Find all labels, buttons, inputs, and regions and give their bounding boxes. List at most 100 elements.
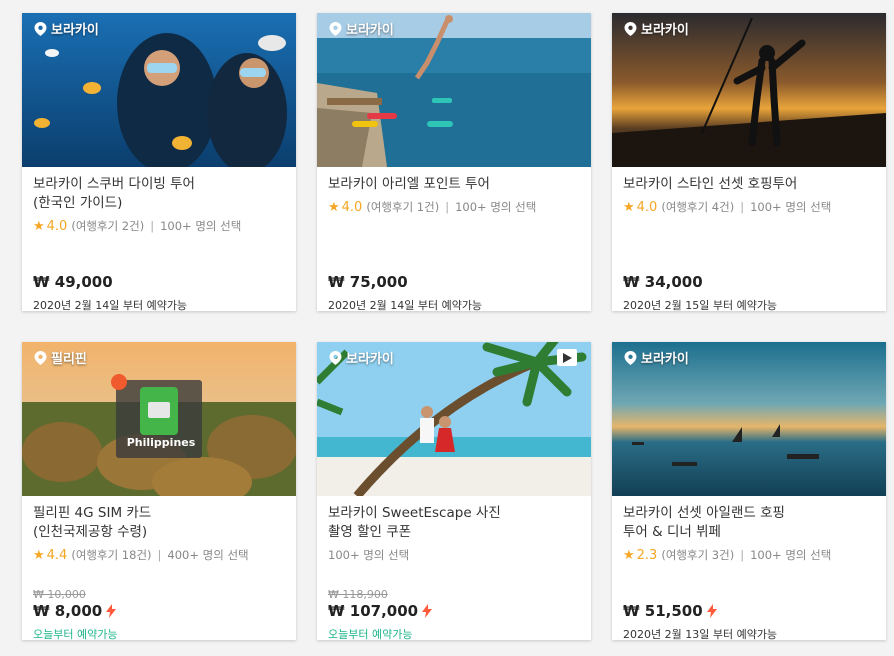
rating-row: ★ 4.4 (여행후기 18건) | 400+ 명의 선택 bbox=[33, 547, 285, 563]
price-area: ₩ 75,000 2020년 2월 14일 부터 예약가능 bbox=[328, 273, 482, 311]
review-count: (여행후기 2건) bbox=[71, 219, 145, 233]
map-pin-icon bbox=[34, 21, 47, 36]
review-count: (여행후기 18건) bbox=[71, 548, 152, 562]
rating-value: 2.3 bbox=[636, 547, 658, 563]
product-image[interactable]: 보라카이 bbox=[317, 342, 591, 496]
price-area: ₩ 51,500 2020년 2월 13일 부터 예약가능 bbox=[623, 602, 777, 640]
location-text: 보라카이 bbox=[51, 23, 99, 38]
product-image[interactable]: 보라카이 bbox=[317, 13, 591, 167]
star-icon: ★ bbox=[33, 218, 45, 234]
location-text: 보라카이 bbox=[346, 23, 394, 38]
product-title[interactable]: 보라카이 스타인 선셋 호핑투어 bbox=[623, 175, 875, 194]
star-icon: ★ bbox=[328, 199, 340, 215]
product-image[interactable]: 보라카이 bbox=[612, 342, 886, 496]
review-count: (여행후기 3건) bbox=[661, 548, 735, 562]
location-text: 보라카이 bbox=[346, 352, 394, 367]
price-area: ₩ 34,000 2020년 2월 15일 부터 예약가능 bbox=[623, 273, 777, 311]
location-label: 보라카이 bbox=[624, 348, 689, 367]
play-icon bbox=[563, 352, 572, 363]
lightning-icon bbox=[106, 604, 117, 618]
divider: | bbox=[445, 200, 450, 214]
availability: 2020년 2월 14일 부터 예약가능 bbox=[33, 299, 188, 311]
product-card-sweetescape[interactable]: 보라카이 보라카이 SweetEscape 사진 촬영 할인 쿠폰 100+ 명… bbox=[317, 342, 591, 640]
title-line: (한국인 가이드) bbox=[33, 195, 123, 211]
location-text: 보라카이 bbox=[641, 352, 689, 367]
rating-value: 4.0 bbox=[341, 199, 363, 215]
title-line: 투어 & 디너 뷔페 bbox=[623, 524, 721, 540]
map-pin-icon bbox=[329, 21, 342, 36]
price: ₩ 8,000 bbox=[33, 602, 117, 620]
divider: | bbox=[740, 548, 745, 562]
lightning-icon bbox=[422, 604, 433, 618]
rating-value: 4.0 bbox=[636, 199, 658, 215]
location-label: 보라카이 bbox=[624, 19, 689, 38]
price-area: ₩ 10,000 ₩ 8,000 오늘부터 예약가능 bbox=[33, 588, 117, 640]
price-value: ₩ 51,500 bbox=[623, 602, 703, 620]
price-value: ₩ 8,000 bbox=[33, 602, 103, 620]
lightning-icon bbox=[706, 604, 717, 618]
product-card-sunset-island[interactable]: 보라카이 보라카이 선셋 아일랜드 호핑 투어 & 디너 뷔페 ★ 2.3 (여… bbox=[612, 342, 886, 640]
title-line: 보라카이 스쿠버 다이빙 투어 bbox=[33, 176, 195, 192]
availability: 2020년 2월 15일 부터 예약가능 bbox=[623, 299, 778, 311]
product-title[interactable]: 보라카이 스쿠버 다이빙 투어 (한국인 가이드) bbox=[33, 175, 285, 213]
map-pin-icon bbox=[624, 350, 637, 365]
product-title[interactable]: 필리핀 4G SIM 카드 (인천국제공항 수령) bbox=[33, 504, 285, 542]
product-card-scuba[interactable]: 보라카이 보라카이 스쿠버 다이빙 투어 (한국인 가이드) ★ 4.0 (여행… bbox=[22, 13, 296, 311]
location-text: 필리핀 bbox=[51, 352, 87, 367]
title-line: (인천국제공항 수령) bbox=[33, 524, 148, 540]
product-image[interactable]: Philippines 필리핀 bbox=[22, 342, 296, 496]
availability: 2020년 2월 14일 부터 예약가능 bbox=[328, 299, 483, 311]
product-grid: 보라카이 보라카이 스쿠버 다이빙 투어 (한국인 가이드) ★ 4.0 (여행… bbox=[0, 0, 894, 656]
price: ₩ 75,000 bbox=[328, 273, 482, 291]
product-card-sim[interactable]: Philippines 필리핀 필리핀 4G SIM 카드 (인천국제공항 수령… bbox=[22, 342, 296, 640]
product-card-ariel-point[interactable]: 보라카이 보라카이 아리엘 포인트 투어 ★ 4.0 (여행후기 1건) | 1… bbox=[317, 13, 591, 311]
location-label: 보라카이 bbox=[329, 19, 394, 38]
rating-row: ★ 2.3 (여행후기 3건) | 100+ 명의 선택 bbox=[623, 547, 875, 563]
title-line: 보라카이 스타인 선셋 호핑투어 bbox=[623, 176, 798, 192]
price-value: ₩ 49,000 bbox=[33, 273, 113, 291]
rating-row: ★ 4.0 (여행후기 4건) | 100+ 명의 선택 bbox=[623, 199, 875, 215]
popularity: 100+ 명의 선택 bbox=[455, 200, 537, 214]
review-count: (여행후기 4건) bbox=[661, 200, 735, 214]
product-title[interactable]: 보라카이 SweetEscape 사진 촬영 할인 쿠폰 bbox=[328, 504, 580, 542]
popularity: 100+ 명의 선택 bbox=[750, 200, 832, 214]
title-line: 촬영 할인 쿠폰 bbox=[328, 524, 412, 540]
product-card-sunset-hopping[interactable]: 보라카이 보라카이 스타인 선셋 호핑투어 ★ 4.0 (여행후기 4건) | … bbox=[612, 13, 886, 311]
price-area: ₩ 118,900 ₩ 107,000 오늘부터 예약가능 bbox=[328, 588, 433, 640]
star-icon: ★ bbox=[623, 547, 635, 563]
sim-card-caption: Philippines bbox=[126, 436, 196, 449]
availability: 오늘부터 예약가능 bbox=[328, 628, 413, 640]
price-area: ₩ 49,000 2020년 2월 14일 부터 예약가능 bbox=[33, 273, 187, 311]
price-value: ₩ 34,000 bbox=[623, 273, 703, 291]
review-count: (여행후기 1건) bbox=[366, 200, 440, 214]
video-badge[interactable] bbox=[557, 349, 577, 366]
popularity: 100+ 명의 선택 bbox=[328, 548, 410, 562]
price: ₩ 107,000 bbox=[328, 602, 433, 620]
rating-row: ★ 4.0 (여행후기 2건) | 100+ 명의 선택 bbox=[33, 218, 285, 234]
title-line: 필리핀 4G SIM 카드 bbox=[33, 505, 152, 521]
product-image[interactable]: 보라카이 bbox=[22, 13, 296, 167]
price: ₩ 34,000 bbox=[623, 273, 777, 291]
popularity: 100+ 명의 선택 bbox=[160, 219, 242, 233]
product-title[interactable]: 보라카이 아리엘 포인트 투어 bbox=[328, 175, 580, 194]
divider: | bbox=[150, 219, 155, 233]
map-pin-icon bbox=[329, 350, 342, 365]
location-label: 필리핀 bbox=[34, 348, 87, 367]
divider: | bbox=[157, 548, 162, 562]
popularity: 400+ 명의 선택 bbox=[167, 548, 249, 562]
title-line: 보라카이 아리엘 포인트 투어 bbox=[328, 176, 490, 192]
original-price: ₩ 118,900 bbox=[328, 588, 388, 601]
product-image[interactable]: 보라카이 bbox=[612, 13, 886, 167]
product-title[interactable]: 보라카이 선셋 아일랜드 호핑 투어 & 디너 뷔페 bbox=[623, 504, 875, 542]
popularity: 100+ 명의 선택 bbox=[750, 548, 832, 562]
divider: | bbox=[740, 200, 745, 214]
price-value: ₩ 107,000 bbox=[328, 602, 419, 620]
map-pin-icon bbox=[34, 350, 47, 365]
location-label: 보라카이 bbox=[34, 19, 99, 38]
availability: 오늘부터 예약가능 bbox=[33, 628, 118, 640]
price: ₩ 49,000 bbox=[33, 273, 187, 291]
rating-value: 4.4 bbox=[46, 547, 68, 563]
price: ₩ 51,500 bbox=[623, 602, 777, 620]
availability: 2020년 2월 13일 부터 예약가능 bbox=[623, 628, 778, 640]
title-line: 보라카이 SweetEscape 사진 bbox=[328, 505, 501, 521]
